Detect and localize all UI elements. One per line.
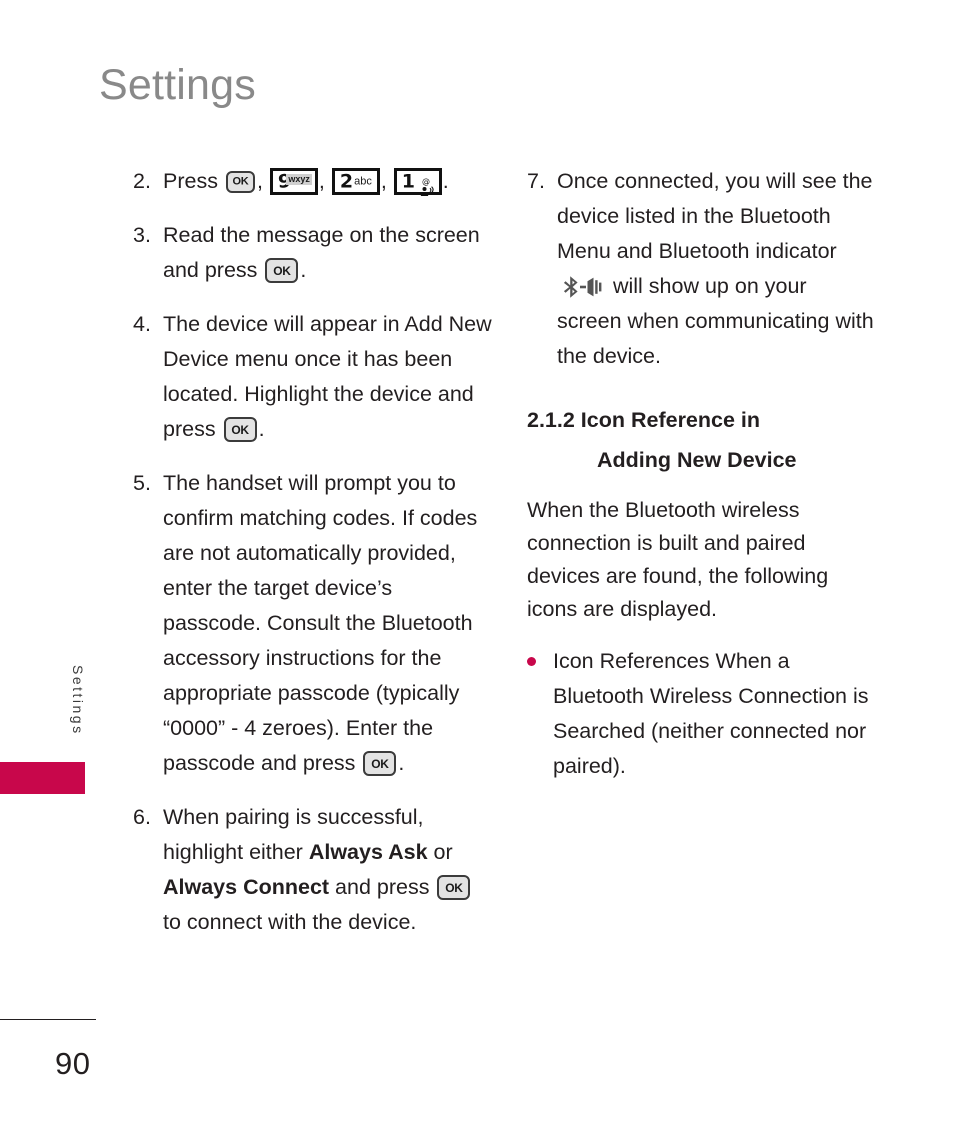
emphasis-always-ask: Always Ask	[308, 840, 428, 864]
step-text-segment-3: and press	[329, 875, 436, 899]
side-tab-chapter-label: Settings	[70, 664, 86, 736]
step-text-before: The handset will prompt you to confirm m…	[163, 471, 478, 775]
section-heading: 2.1.2 Icon Reference in Adding New Devic…	[527, 400, 877, 480]
step-text: When pairing is successful, highlight ei…	[163, 800, 495, 940]
steps-list-left: 2. Press OK, 9 wxyz, 2 abc, 1 @. 3. Read th…	[133, 164, 495, 940]
page-title: Settings	[99, 61, 256, 109]
step-text-segment-4: to connect with the device.	[163, 910, 417, 934]
key-ok-icon: OK	[223, 417, 257, 442]
list-item-label: Icon References When a Bluetooth Wireles…	[553, 649, 869, 778]
step-number: 6.	[133, 805, 151, 829]
step-text-before: Once connected, you will see the device …	[557, 169, 873, 263]
step-text-segment-2: or	[427, 840, 453, 864]
key-ok-icon: OK	[437, 875, 471, 900]
step-text-before: Read the message on the screen and press	[163, 223, 480, 282]
step-number: 5.	[133, 471, 151, 495]
step-item-3: 3. Read the message on the screen and pr…	[133, 218, 495, 288]
side-tab-accent-block	[0, 762, 85, 794]
bullet-dot-icon	[527, 644, 553, 666]
step-text-prefix: Press	[163, 169, 224, 193]
key-ok-icon: OK	[265, 258, 299, 283]
step-number: 3.	[133, 223, 151, 247]
step-number: 2.	[133, 169, 151, 193]
key-ok-icon: OK	[225, 171, 255, 193]
section-paragraph: When the Bluetooth wireless connection i…	[527, 498, 829, 621]
key-1-voicemail-icon: 1 @	[393, 168, 442, 196]
step-text: The handset will prompt you to confirm m…	[163, 466, 495, 781]
section-heading-line-1: 2.1.2 Icon Reference in	[527, 408, 761, 432]
right-column: 7. Once connected, you will see the devi…	[527, 164, 877, 784]
step-text-after: will show up on your screen when communi…	[557, 274, 874, 368]
step-number: 4.	[133, 312, 151, 336]
bullet-list: Icon References When a Bluetooth Wireles…	[527, 644, 877, 784]
step-item-6: 6. When pairing is successful, highlight…	[133, 800, 495, 940]
step-item-4: 4. The device will appear in Add New Dev…	[133, 307, 495, 447]
step-text-after: .	[300, 258, 307, 282]
key-ok-icon: OK	[363, 751, 397, 776]
step-text: Once connected, you will see the device …	[557, 164, 877, 374]
step-text: The device will appear in Add New Device…	[163, 307, 495, 447]
key-9-wxyz-icon: 9 wxyz	[269, 168, 318, 195]
step-text-after: .	[258, 417, 265, 441]
list-item: Icon References When a Bluetooth Wireles…	[527, 644, 877, 784]
emphasis-always-connect: Always Connect	[163, 875, 330, 899]
step-text: Press OK, 9 wxyz, 2 abc, 1 @.	[163, 164, 495, 199]
step-text-after: .	[398, 751, 405, 775]
footer-divider	[0, 1019, 96, 1020]
step-number: 7.	[527, 169, 545, 193]
section-heading-line-2: Adding New Device	[597, 448, 797, 472]
left-column: 2. Press OK, 9 wxyz, 2 abc, 1 @. 3. Read th…	[133, 164, 495, 959]
step-item-5: 5. The handset will prompt you to confir…	[133, 466, 495, 781]
step-item-2: 2. Press OK, 9 wxyz, 2 abc, 1 @.	[133, 164, 495, 199]
svg-text:@: @	[422, 177, 430, 186]
step-text: Read the message on the screen and press…	[163, 218, 495, 288]
key-2-abc-icon: 2 abc	[331, 168, 380, 195]
page-number: 90	[55, 1046, 91, 1081]
step-text-before: The device will appear in Add New Device…	[163, 312, 492, 441]
bluetooth-connected-indicator-icon	[560, 275, 604, 299]
voicemail-glyph-icon: @	[418, 173, 434, 196]
step-text-suffix: .	[442, 169, 449, 193]
step-item-7: 7. Once connected, you will see the devi…	[527, 164, 877, 374]
